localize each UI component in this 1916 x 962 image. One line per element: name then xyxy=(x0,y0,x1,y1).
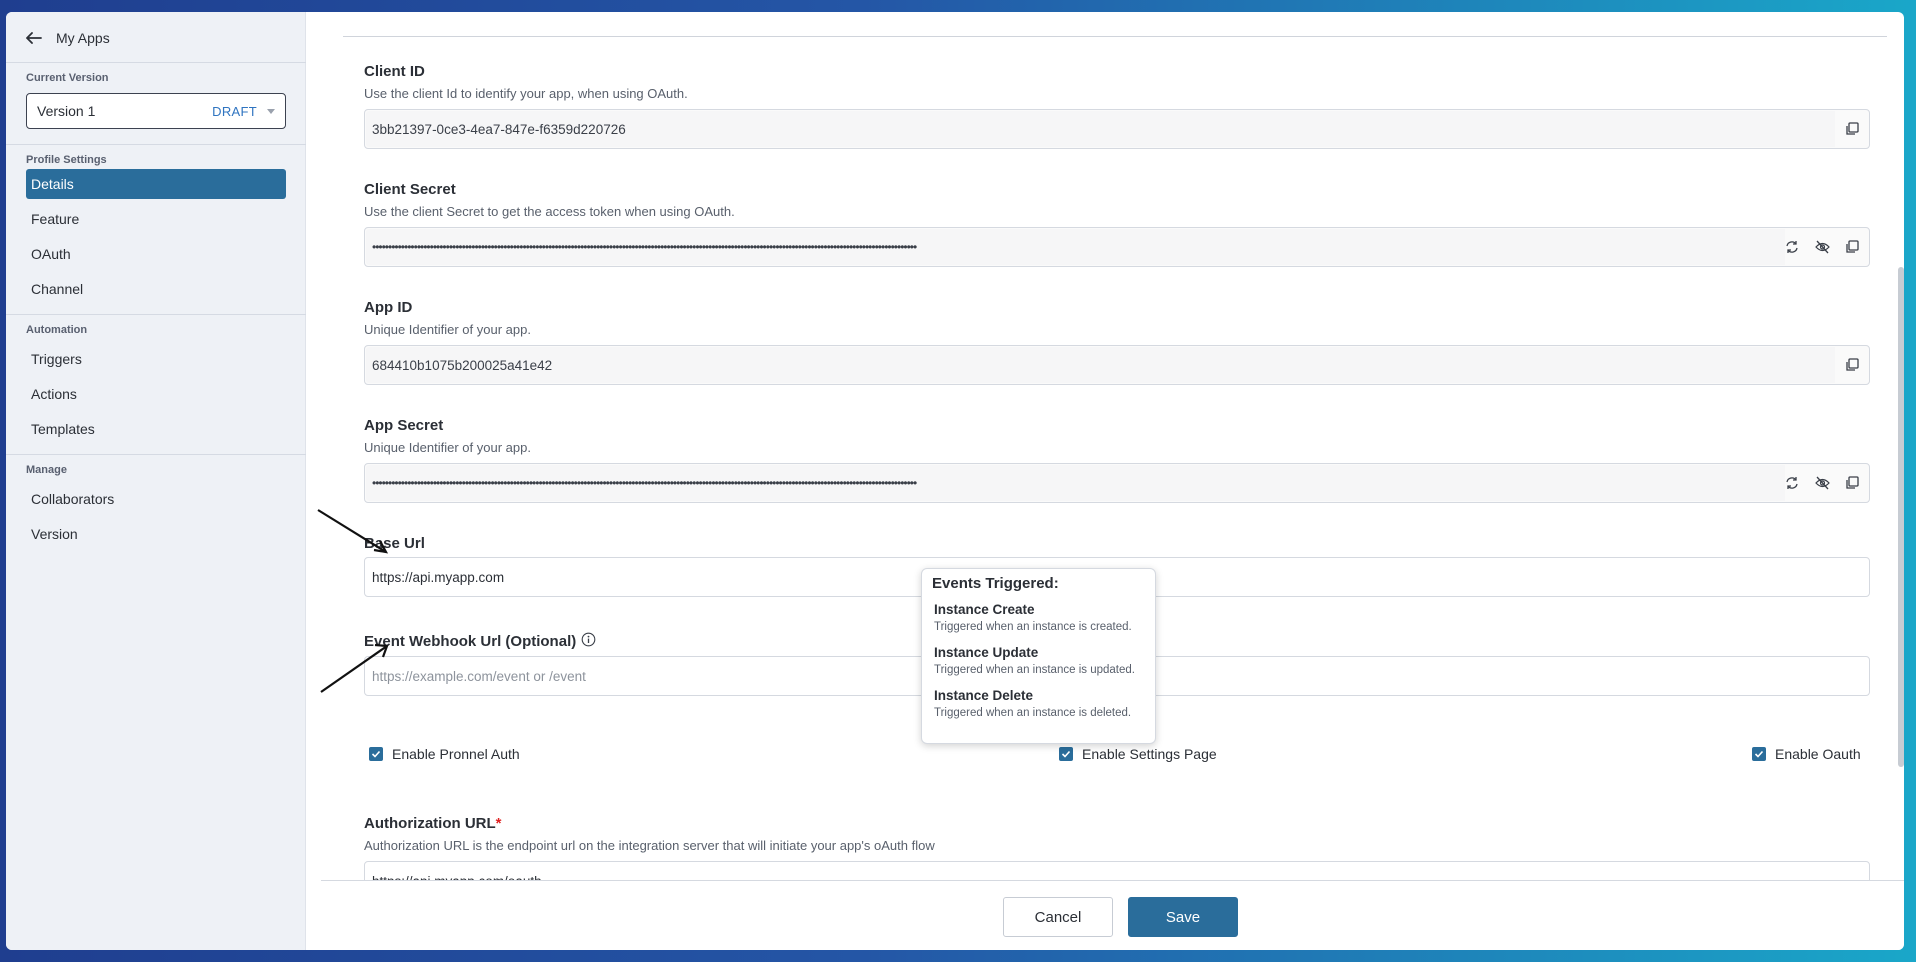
sidebar-item-oauth[interactable]: OAuth xyxy=(26,239,286,269)
checkbox-checked-icon xyxy=(1752,747,1766,761)
sidebar-item-triggers[interactable]: Triggers xyxy=(26,344,286,374)
tooltip-item: Instance Delete Triggered when an instan… xyxy=(934,688,1145,719)
app-secret-input[interactable]: ••••••••••••••••••••••••••••••••••••••••… xyxy=(364,463,1870,503)
authorization-url-label-row: Authorization URL* xyxy=(364,814,1870,834)
tooltip-item-description: Triggered when an instance is updated. xyxy=(934,664,1135,676)
eye-off-icon[interactable] xyxy=(1813,474,1831,492)
form-footer: Cancel Save xyxy=(321,880,1904,950)
client-id-label: Client ID xyxy=(364,63,425,80)
divider xyxy=(343,36,1887,37)
sidebar-item-templates[interactable]: Templates xyxy=(26,414,286,444)
client-secret-label: Client Secret xyxy=(364,181,456,198)
client-secret-description: Use the client Secret to get the access … xyxy=(364,204,735,219)
client-secret-input[interactable]: ••••••••••••••••••••••••••••••••••••••••… xyxy=(364,227,1870,267)
chevron-down-icon xyxy=(267,108,275,114)
feature-toggles: Enable Pronnel Auth Enable Settings Page… xyxy=(369,743,1871,765)
enable-pronnel-auth-checkbox[interactable]: Enable Pronnel Auth xyxy=(369,743,520,765)
refresh-icon[interactable] xyxy=(1783,474,1801,492)
app-secret-value: ••••••••••••••••••••••••••••••••••••••••… xyxy=(372,476,917,490)
enable-settings-page-checkbox[interactable]: Enable Settings Page xyxy=(1059,743,1217,765)
app-id-label: App ID xyxy=(364,299,413,316)
enable-pronnel-auth-label: Enable Pronnel Auth xyxy=(392,746,520,762)
sidebar-item-actions[interactable]: Actions xyxy=(26,379,286,409)
automation-heading: Automation xyxy=(26,324,88,336)
client-id-field: Client ID Use the client Id to identify … xyxy=(364,62,1870,149)
divider xyxy=(6,144,306,145)
app-id-input[interactable]: 684410b1075b200025a41e42 xyxy=(364,345,1870,385)
client-secret-field: Client Secret Use the client Secret to g… xyxy=(364,180,1870,267)
required-mark: * xyxy=(495,815,502,832)
copy-icon[interactable] xyxy=(1843,356,1861,374)
client-id-value: 3bb21397-0ce3-4ea7-847e-f6359d220726 xyxy=(372,121,626,137)
version-select[interactable]: Version 1 DRAFT xyxy=(26,93,286,129)
enable-oauth-checkbox[interactable]: Enable Oauth xyxy=(1752,743,1861,765)
tooltip-item: Instance Create Triggered when an instan… xyxy=(934,602,1145,633)
copy-icon[interactable] xyxy=(1843,474,1861,492)
tooltip-title: Events Triggered: xyxy=(932,575,1059,592)
scrollbar[interactable] xyxy=(1898,267,1904,767)
base-url-label: Base Url xyxy=(364,535,425,552)
save-button[interactable]: Save xyxy=(1128,897,1238,937)
version-name: Version 1 xyxy=(37,103,96,119)
manage-heading: Manage xyxy=(26,464,67,476)
authorization-url-label: Authorization URL xyxy=(364,815,496,832)
enable-oauth-label: Enable Oauth xyxy=(1775,746,1861,762)
tooltip-item-title: Instance Create xyxy=(934,602,1035,617)
app-secret-field: App Secret Unique Identifier of your app… xyxy=(364,416,1870,503)
eye-off-icon[interactable] xyxy=(1813,238,1831,256)
refresh-icon[interactable] xyxy=(1783,238,1801,256)
app-window: My Apps Current Version Version 1 DRAFT … xyxy=(6,12,1904,950)
client-id-description: Use the client Id to identify your app, … xyxy=(364,86,688,101)
sidebar-item-channel[interactable]: Channel xyxy=(26,274,286,304)
checkbox-checked-icon xyxy=(1059,747,1073,761)
info-icon[interactable] xyxy=(581,632,596,653)
enable-settings-page-label: Enable Settings Page xyxy=(1082,746,1217,762)
tooltip-item-description: Triggered when an instance is created. xyxy=(934,621,1132,633)
app-id-value: 684410b1075b200025a41e42 xyxy=(372,357,553,373)
copy-icon[interactable] xyxy=(1843,238,1861,256)
app-secret-label: App Secret xyxy=(364,417,444,434)
events-triggered-tooltip: Events Triggered: Instance Create Trigge… xyxy=(921,568,1156,744)
checkbox-checked-icon xyxy=(369,747,383,761)
authorization-url-description: Authorization URL is the endpoint url on… xyxy=(364,838,935,853)
version-status-badge: DRAFT xyxy=(212,103,257,119)
profile-settings-heading: Profile Settings xyxy=(26,154,107,166)
app-id-field: App ID Unique Identifier of your app. 68… xyxy=(364,298,1870,385)
sidebar-item-feature[interactable]: Feature xyxy=(26,204,286,234)
tooltip-item-title: Instance Delete xyxy=(934,688,1034,703)
client-secret-value: ••••••••••••••••••••••••••••••••••••••••… xyxy=(372,240,917,254)
sidebar-item-details[interactable]: Details xyxy=(26,169,286,199)
details-form: Client ID Use the client Id to identify … xyxy=(321,12,1904,950)
tooltip-item-description: Triggered when an instance is deleted. xyxy=(934,707,1132,719)
sidebar-item-version[interactable]: Version xyxy=(26,519,286,549)
sidebar-item-collaborators[interactable]: Collaborators xyxy=(26,484,286,514)
tooltip-item-title: Instance Update xyxy=(934,645,1039,660)
back-to-my-apps[interactable]: My Apps xyxy=(26,26,110,50)
app-id-description: Unique Identifier of your app. xyxy=(364,322,531,337)
back-label: My Apps xyxy=(56,30,110,46)
sidebar: My Apps Current Version Version 1 DRAFT … xyxy=(6,12,306,950)
annotation-arrow-icon xyxy=(317,509,389,693)
divider xyxy=(6,62,306,63)
client-id-input[interactable]: 3bb21397-0ce3-4ea7-847e-f6359d220726 xyxy=(364,109,1870,149)
cancel-button[interactable]: Cancel xyxy=(1003,897,1113,937)
app-secret-description: Unique Identifier of your app. xyxy=(364,440,531,455)
divider xyxy=(6,454,306,455)
copy-icon[interactable] xyxy=(1843,120,1861,138)
tooltip-item: Instance Update Triggered when an instan… xyxy=(934,645,1145,676)
arrow-left-icon xyxy=(26,32,42,44)
divider xyxy=(6,314,306,315)
current-version-heading: Current Version xyxy=(26,72,109,84)
